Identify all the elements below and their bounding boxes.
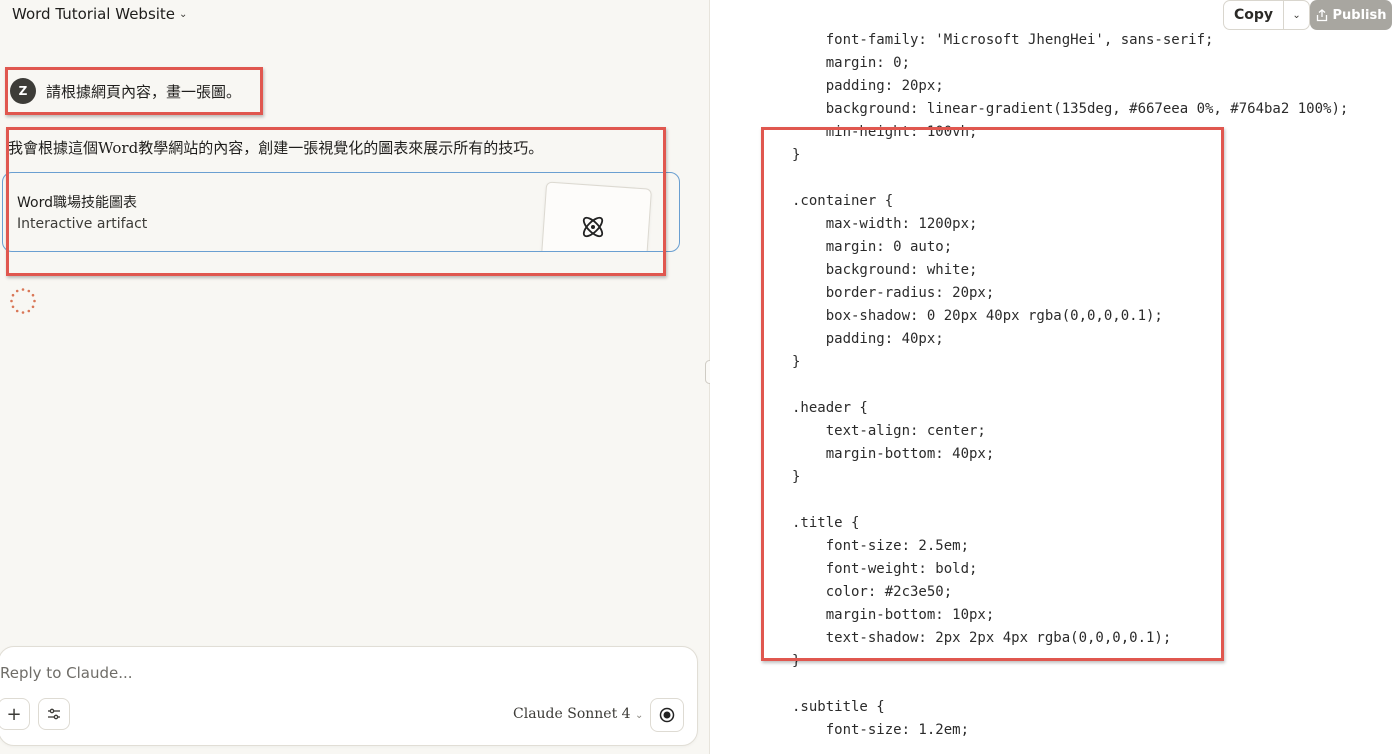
project-title: Word Tutorial Website	[12, 5, 176, 23]
user-message-text: 請根據網頁內容，畫一張圖。	[46, 82, 242, 101]
code-line: background: linear-gradient(135deg, #667…	[792, 101, 1349, 117]
record-icon	[659, 707, 675, 723]
chevron-down-icon: ⌄	[179, 8, 188, 20]
record-button[interactable]	[650, 698, 684, 732]
project-title-dropdown[interactable]: Word Tutorial Website ⌄	[12, 5, 187, 23]
publish-button[interactable]: Publish	[1310, 0, 1392, 30]
code-line: font-weight: bold;	[792, 561, 978, 577]
code-line: margin-bottom: 10px;	[792, 607, 995, 623]
chevron-down-icon: ⌄	[635, 710, 644, 721]
tools-button[interactable]	[38, 698, 70, 730]
code-line: .title {	[792, 515, 860, 531]
code-line: padding: 20px;	[792, 78, 944, 94]
code-line: min-height: 100vh;	[792, 124, 978, 140]
code-line: margin-bottom: 40px;	[792, 446, 995, 462]
code-panel: font-family: 'Microsoft JhengHei', sans-…	[710, 0, 1400, 754]
assistant-message-text: 我會根據這個Word教學網站的內容，創建一張視覺化的圖表來展示所有的技巧。	[8, 139, 544, 157]
code-line: border-radius: 20px;	[792, 285, 995, 301]
code-line: background: white;	[792, 262, 978, 278]
model-selector[interactable]: Claude Sonnet 4 ⌄	[513, 706, 643, 722]
code-line: font-family: 'Microsoft JhengHei', sans-…	[792, 32, 1214, 48]
copy-options-button[interactable]: ⌄	[1283, 1, 1309, 29]
artifact-title: Word職場技能圖表	[17, 195, 137, 211]
code-line: margin: 0 auto;	[792, 239, 953, 255]
code-line: font-size: 2.5em;	[792, 538, 970, 554]
reply-composer[interactable]	[0, 646, 698, 746]
code-line: box-shadow: 0 20px 40px rgba(0,0,0,0.1);	[792, 308, 1163, 324]
copy-button[interactable]: Copy	[1224, 1, 1283, 29]
chat-panel: Word Tutorial Website ⌄ Z 請根據網頁內容，畫一張圖。 …	[0, 0, 710, 754]
code-line: }	[792, 147, 801, 163]
code-line: }	[792, 469, 801, 485]
code-line: .header {	[792, 400, 868, 416]
code-view: font-family: 'Microsoft JhengHei', sans-…	[792, 29, 1348, 742]
code-line: color: #2c3e50;	[792, 584, 953, 600]
copy-button-group: Copy ⌄	[1223, 0, 1311, 30]
artifact-subtitle: Interactive artifact	[17, 216, 148, 232]
code-line: font-size: 1.2em;	[792, 722, 970, 738]
code-line: max-width: 1200px;	[792, 216, 978, 232]
user-message: Z 請根據網頁內容，畫一張圖。	[10, 78, 241, 104]
chevron-down-icon: ⌄	[1292, 9, 1301, 21]
reply-input[interactable]: Reply to Claude...	[0, 664, 133, 682]
code-line: text-align: center;	[792, 423, 986, 439]
code-line: .subtitle {	[792, 699, 885, 715]
code-line: }	[792, 653, 801, 669]
plus-icon: +	[6, 703, 22, 725]
share-icon	[1316, 8, 1327, 21]
code-line: text-shadow: 2px 2px 4px rgba(0,0,0,0.1)…	[792, 630, 1172, 646]
loading-spinner-icon	[10, 288, 36, 314]
avatar: Z	[10, 78, 36, 104]
code-line: .container {	[792, 193, 894, 209]
model-name: Claude Sonnet 4	[513, 706, 631, 722]
publish-label: Publish	[1332, 7, 1387, 23]
code-line: margin: 0;	[792, 55, 911, 71]
add-button[interactable]: +	[0, 698, 30, 730]
code-line: }	[792, 354, 801, 370]
sliders-icon	[48, 708, 60, 720]
atom-icon	[582, 216, 604, 238]
code-line: padding: 40px;	[792, 331, 944, 347]
